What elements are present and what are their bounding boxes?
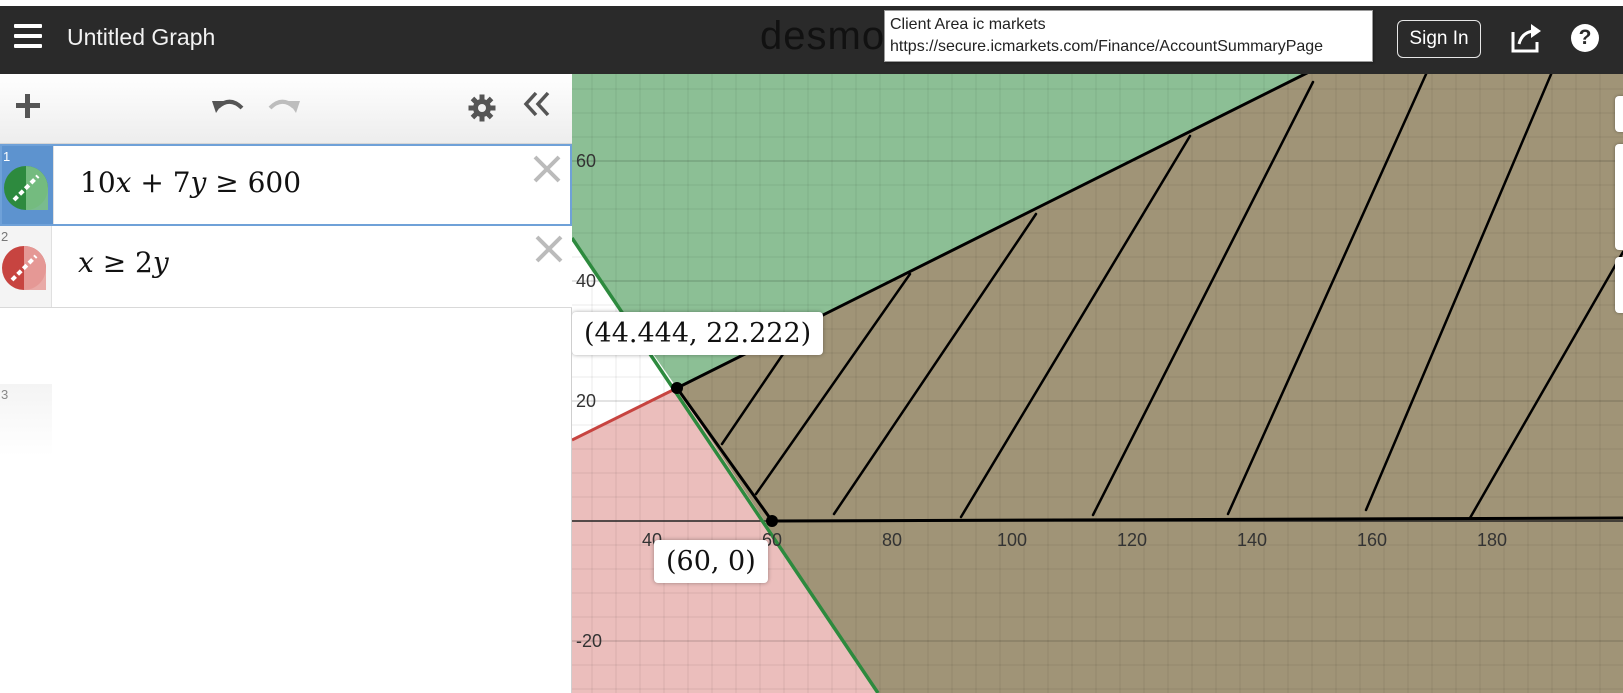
redo-icon [268,99,300,113]
desmos-logo: desmo [760,14,886,58]
add-expression-button[interactable] [14,89,42,127]
delete-expression-button[interactable] [534,234,564,264]
menu-button[interactable] [12,22,44,50]
undo-button[interactable] [210,92,246,126]
expr-part: ≥ 2 [93,246,153,279]
hamburger-icon [14,24,42,28]
expression-row-2[interactable]: 2 x ≥ 2y [0,226,572,308]
point-label-text: (44.444, 22.222) [584,318,812,349]
expression-input-2[interactable]: x ≥ 2y [78,246,169,279]
x-tick-label: 80 [882,530,902,550]
y-tick-label: 60 [576,151,596,171]
x-tick-label: 100 [997,530,1027,550]
browser-tooltip: Client Area ic markets https://secure.ic… [884,10,1373,62]
window-top-edge [0,0,1623,6]
expression-number: 3 [1,387,9,402]
settings-button[interactable] [468,94,496,122]
expression-toolbar [0,74,572,144]
y-tick-label: -20 [576,631,602,651]
expression-tab: 2 [0,226,52,307]
share-icon [1511,24,1541,53]
tooltip-url: https://secure.icmarkets.com/Finance/Acc… [890,38,1324,55]
expr-part: 10 [80,166,116,199]
expression-row-3[interactable]: 3 [0,384,52,456]
point-x-intercept[interactable] [766,515,778,527]
inequality-style-icon [12,166,48,210]
hamburger-icon [14,34,42,38]
close-icon [533,155,561,183]
point-label-text: (60, 0) [666,546,756,577]
expression-panel: 1 10x + 7y ≥ 600 2 x ≥ 2y 3 [0,74,572,693]
share-button[interactable] [1510,22,1544,54]
expr-var: y [152,246,169,279]
y-tick-label: 40 [576,271,596,291]
point-label-x-intercept: (60, 0) [654,540,768,583]
point-intersection[interactable] [671,382,683,394]
y-tick-label: 20 [576,391,596,411]
plus-icon [16,94,40,118]
color-toggle-icon[interactable] [4,166,48,210]
collapse-panel-button[interactable] [522,88,552,126]
expression-number: 2 [1,229,9,244]
expr-var: y [190,166,207,199]
x-tick-label: 140 [1237,530,1267,550]
expression-row-1[interactable]: 1 10x + 7y ≥ 600 [0,144,572,226]
x-tick-label: 180 [1477,530,1507,550]
desmos-app: 40 60 80 100 120 140 160 180 60 40 20 -20 (44.444,… [0,0,1623,693]
graph-canvas[interactable]: 40 60 80 100 120 140 160 180 60 40 20 -20 (44.444,… [572,74,1623,693]
x-tick-label: 160 [1357,530,1387,550]
gear-icon [468,94,496,122]
point-label-intersection: (44.444, 22.222) [572,312,824,355]
top-bar: Untitled Graph desmo r Sign In ? [0,0,1623,74]
expr-var: x [78,246,94,279]
hamburger-icon [14,44,42,48]
x-tick-label: 120 [1117,530,1147,550]
undo-icon [212,99,244,113]
expression-number: 1 [3,149,11,164]
expr-var: x [115,166,132,199]
redo-button[interactable] [266,92,302,126]
question-icon: ? [1578,26,1592,49]
close-icon [535,235,563,263]
graph-title[interactable]: Untitled Graph [67,24,215,51]
expr-part: ≥ 600 [206,166,302,199]
double-chevron-left-icon [523,91,550,117]
expression-tab: 1 [2,146,54,224]
expr-part: + 7 [131,166,191,199]
graph-svg[interactable]: 40 60 80 100 120 140 160 180 604020-20 [572,74,1623,693]
tooltip-title: Client Area ic markets [890,16,1046,33]
help-button[interactable]: ? [1571,24,1599,52]
color-toggle-icon[interactable] [2,246,46,290]
zoom-control[interactable] [1615,144,1623,250]
inequality-style-icon [10,246,46,290]
expression-input-1[interactable]: 10x + 7y ≥ 600 [80,166,301,199]
zoom-control[interactable] [1615,96,1623,132]
zoom-control[interactable] [1615,257,1623,313]
delete-expression-button[interactable] [532,154,562,184]
sign-in-button[interactable]: Sign In [1397,20,1481,58]
